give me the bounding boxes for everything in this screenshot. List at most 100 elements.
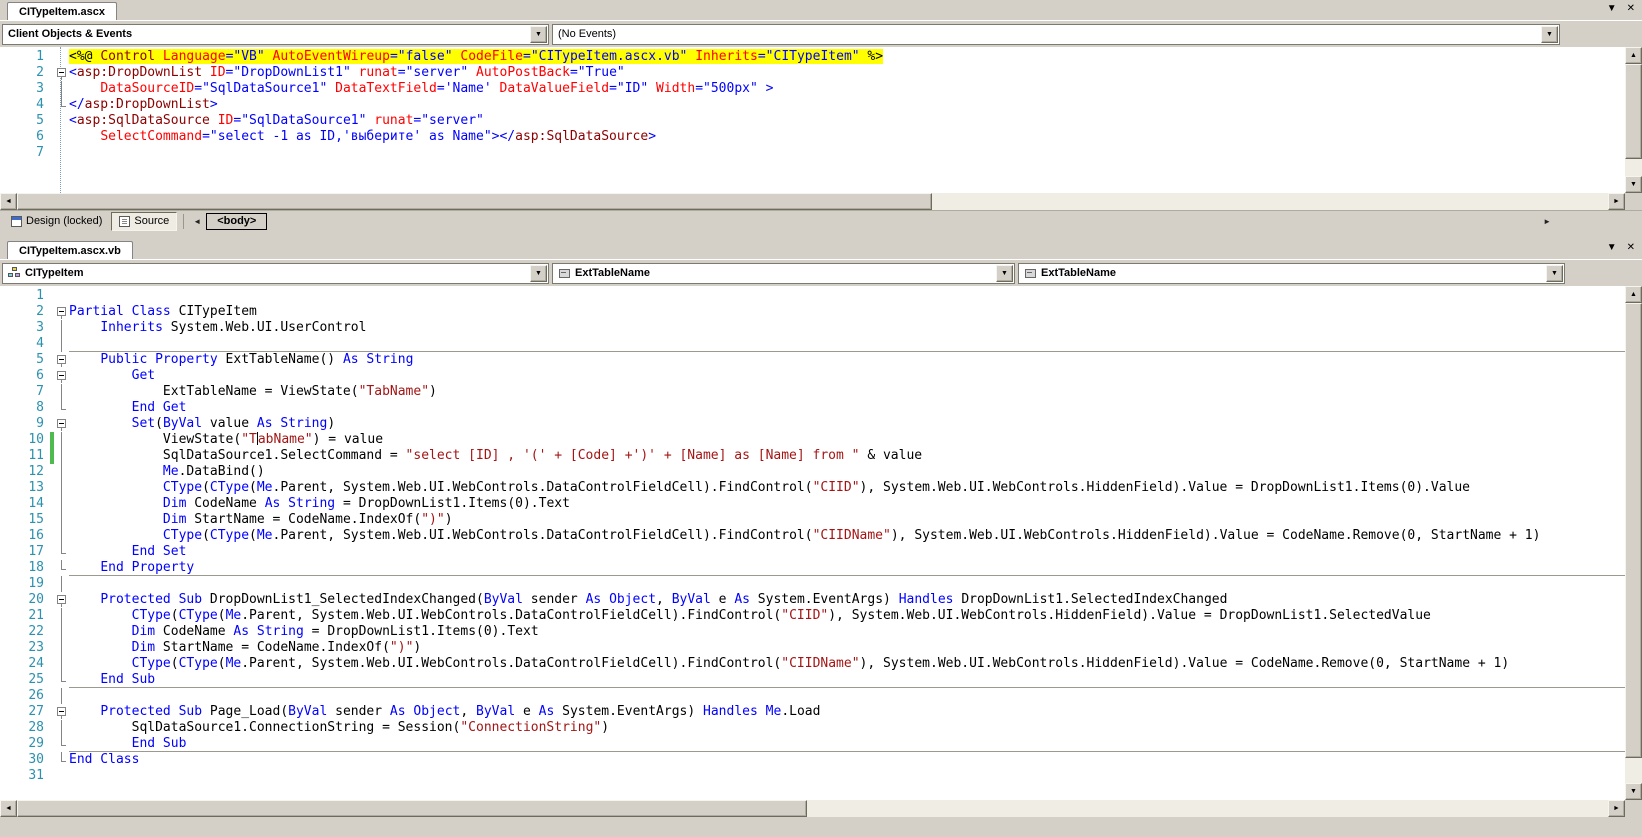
fold-toggle-icon[interactable] [57,707,66,716]
code-token: ( [155,416,163,431]
scrollbar-track[interactable] [1625,758,1642,783]
horizontal-scrollbar[interactable]: ◄ ► [0,800,1642,817]
code-text: Set(ByVal value As String) [69,416,1625,432]
tab-citypeitem-ascx-vb[interactable]: CITypeItem.ascx.vb [7,241,133,259]
code-line[interactable]: 2 <asp:DropDownList ID = "DropDownList1" ru… [0,65,1625,81]
code-line[interactable]: 23 Dim StartName = CodeName.IndexOf(")") [0,640,1625,656]
code-line[interactable]: 5 <asp:SqlDataSource ID="SqlDataSource1" … [0,113,1625,129]
source-view-button[interactable]: Source [111,211,178,231]
client-objects-dropdown[interactable]: Client Objects & Events ▼ [2,23,549,45]
code-line[interactable]: 22 Dim CodeName As String = DropDownList… [0,624,1625,640]
fold-line [61,316,62,319]
scroll-up-icon[interactable]: ▲ [1625,286,1642,303]
document-list-dropdown-icon[interactable]: ▼ [1607,4,1617,14]
scrollbar-track[interactable] [807,800,1608,817]
events-dropdown[interactable]: (No Events) ▼ [552,23,1560,45]
dropdown-arrow-icon[interactable]: ▼ [1541,25,1558,43]
code-line[interactable]: 7 [0,145,1625,161]
code-line[interactable]: 12 Me.DataBind() [0,464,1625,480]
code-token: = [523,49,531,64]
document-list-dropdown-icon[interactable]: ▼ [1607,243,1617,253]
tab-citypeitem-ascx[interactable]: CITypeItem.ascx [7,2,118,20]
code-line[interactable]: 31 [0,768,1625,784]
scrollbar-thumb[interactable] [1625,64,1642,159]
scroll-right-icon[interactable]: ► [1608,800,1625,817]
scroll-left-icon[interactable]: ◄ [0,800,17,817]
vertical-scrollbar[interactable]: ▲ ▼ [1625,47,1642,193]
scrollbar-corner [1625,800,1642,817]
code-line[interactable]: 16 CType(CType(Me.Parent, System.Web.UI.… [0,528,1625,544]
code-line[interactable]: 10 ViewState("TabName") = value [0,432,1625,448]
code-line[interactable]: 26 [0,688,1625,704]
code-line[interactable]: 11 SqlDataSource1.SelectCommand = "selec… [0,448,1625,464]
code-line[interactable]: 9 Set(ByVal value As String) [0,416,1625,432]
scrollbar-thumb[interactable] [17,193,932,210]
fold-toggle-icon[interactable] [57,595,66,604]
scrollbar-thumb[interactable] [1625,303,1642,758]
markup-code-editor[interactable]: 1 <%@ Control Language = "VB" AutoEventWire… [0,47,1625,193]
code-line[interactable]: 27 Protected Sub Page_Load(ByVal sender … [0,704,1625,720]
code-line[interactable]: 30 End Class [0,752,1625,768]
code-line[interactable]: 15 Dim StartName = CodeName.IndexOf(")") [0,512,1625,528]
design-view-button[interactable]: Design (locked) [4,212,109,231]
fold-line [61,576,62,592]
code-line[interactable]: 25 End Sub [0,672,1625,688]
code-line[interactable]: 7 ExtTableName = ViewState("TabName") [0,384,1625,400]
pane-splitter[interactable] [0,231,1642,239]
code-line[interactable]: 2 Partial Class CITypeItem [0,304,1625,320]
scrollbar-track[interactable] [1625,159,1642,176]
code-line[interactable]: 29 End Sub [0,736,1625,752]
code-line[interactable]: 5 Public Property ExtTableName() As Stri… [0,352,1625,368]
code-text: <%@ Control Language = "VB" AutoEventWireu… [69,49,1625,65]
code-line[interactable]: 14 Dim CodeName As String = DropDownList… [0,496,1625,512]
fold-toggle-icon[interactable] [57,68,66,77]
types-dropdown[interactable]: CITypeItem ▼ [2,262,549,284]
fold-toggle-icon[interactable] [57,355,66,364]
code-line[interactable]: 17 End Set [0,544,1625,560]
dropdown-arrow-icon[interactable]: ▼ [530,25,547,43]
scroll-down-icon[interactable]: ▼ [1625,783,1642,800]
code-token: ViewState( [69,432,242,447]
dropdown-arrow-icon[interactable]: ▼ [1546,264,1563,282]
code-line[interactable]: 19 [0,576,1625,592]
scroll-down-icon[interactable]: ▼ [1625,176,1642,193]
code-line[interactable]: 28 SqlDataSource1.ConnectionString = Ses… [0,720,1625,736]
code-line[interactable]: 4 </asp:DropDownList> [0,97,1625,113]
code-token: ) [327,416,336,431]
dropdown-arrow-icon[interactable]: ▼ [530,264,547,282]
code-line[interactable]: 21 CType(CType(Me.Parent, System.Web.UI.… [0,608,1625,624]
code-line[interactable]: 13 CType(CType(Me.Parent, System.Web.UI.… [0,480,1625,496]
body-tag-button[interactable]: <body> [206,212,268,230]
dropdown-arrow-icon[interactable]: ▼ [996,264,1013,282]
scroll-left-icon[interactable]: ◄ [0,193,17,210]
code-line[interactable]: 20 Protected Sub DropDownList1_SelectedI… [0,592,1625,608]
horizontal-scrollbar[interactable]: ◄ ► [0,193,1642,210]
vb-code-editor[interactable]: 1 2 Partial Class CITypeItem 3 Inherits Sys… [0,286,1625,800]
scrollbar-track[interactable] [932,193,1608,210]
code-line[interactable]: 8 End Get [0,400,1625,416]
fold-toggle-icon[interactable] [57,307,66,316]
code-line[interactable]: 18 End Property [0,560,1625,576]
tag-nav-left-icon[interactable]: ◄ [190,217,204,226]
code-line[interactable]: 3 Inherits System.Web.UI.UserControl [0,320,1625,336]
code-line[interactable]: 3 DataSourceID="SqlDataSource1" DataText… [0,81,1625,97]
events-members-dropdown[interactable]: ExtTableName ▼ [1018,262,1565,284]
fold-toggle-icon[interactable] [57,371,66,380]
scrollbar-thumb[interactable] [17,800,807,817]
code-line[interactable]: 6 Get [0,368,1625,384]
scroll-right-icon[interactable]: ► [1608,193,1625,210]
fold-toggle-icon[interactable] [57,419,66,428]
close-icon[interactable]: ✕ [1627,4,1635,14]
members-dropdown[interactable]: ExtTableName ▼ [552,262,1015,284]
code-line[interactable]: 6 SelectCommand="select -1 as ID,'выбери… [0,129,1625,145]
code-line[interactable]: 24 CType(CType(Me.Parent, System.Web.UI.… [0,656,1625,672]
code-line[interactable]: 4 [0,336,1625,352]
code-line[interactable]: 1 <%@ Control Language = "VB" AutoEventWire… [0,49,1625,65]
vertical-scrollbar[interactable]: ▲ ▼ [1625,286,1642,800]
tag-nav-right-icon[interactable]: ► [1540,217,1554,226]
close-icon[interactable]: ✕ [1627,243,1635,253]
scroll-up-icon[interactable]: ▲ [1625,47,1642,64]
code-line[interactable]: 1 [0,288,1625,304]
